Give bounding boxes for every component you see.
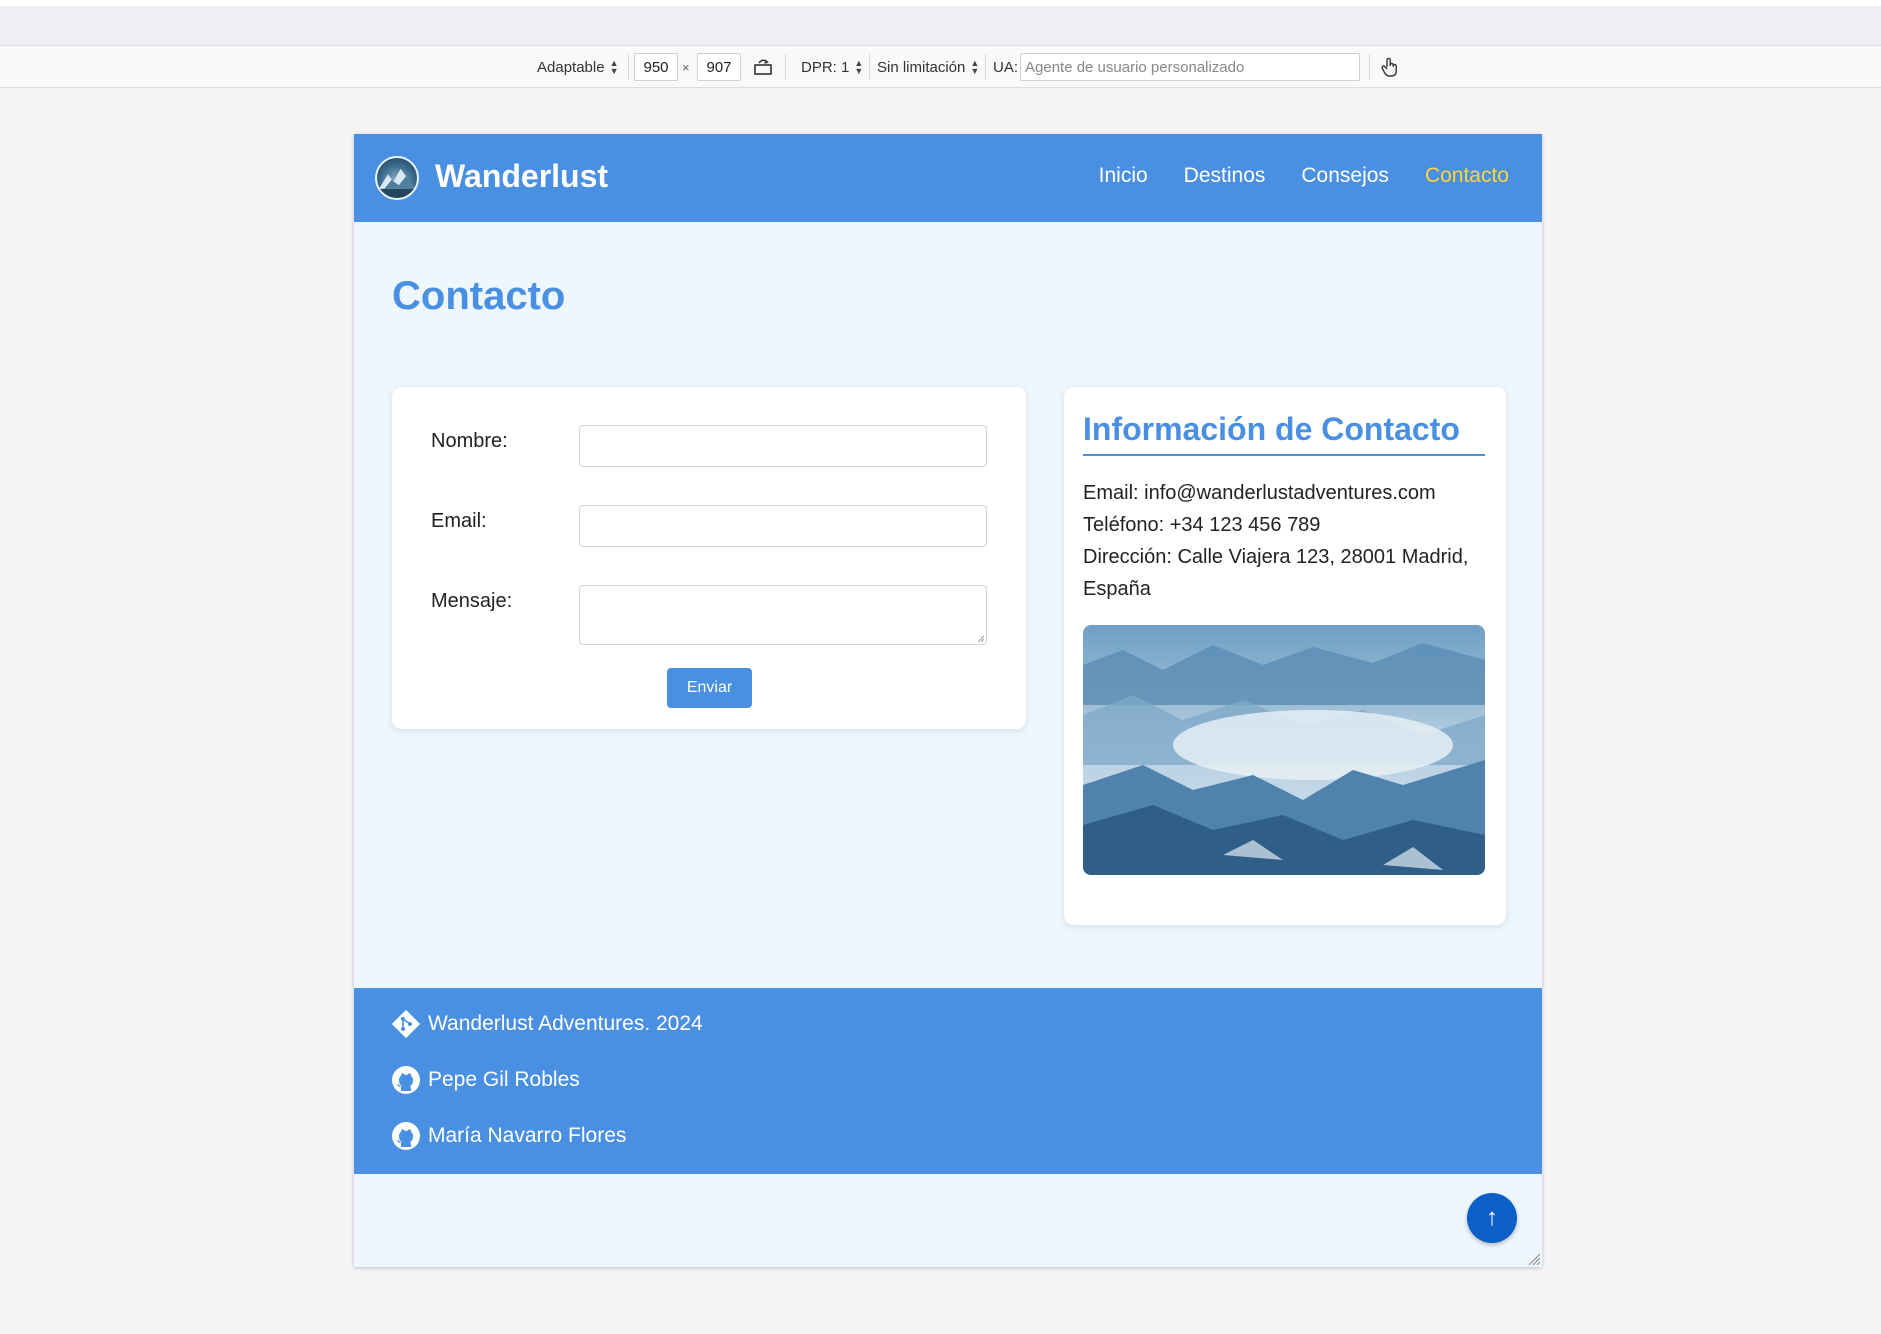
mountain-landscape-picture bbox=[1083, 625, 1485, 875]
info-address: Dirección: Calle Viajera 123, 28001 Madr… bbox=[1083, 546, 1469, 600]
email-input[interactable] bbox=[579, 505, 987, 547]
nav-item-consejos[interactable]: Consejos bbox=[1301, 164, 1389, 188]
git-icon bbox=[391, 1009, 421, 1039]
author-name: María Navarro Flores bbox=[428, 1124, 627, 1147]
footer-copyright: Wanderlust Adventures. 2024 bbox=[390, 1008, 703, 1040]
email-label: Email: bbox=[431, 510, 487, 532]
github-icon bbox=[392, 1066, 420, 1094]
contact-form-card: Nombre: Email: Mensaje: Enviar bbox=[392, 387, 1026, 729]
rotate-viewport-button[interactable] bbox=[753, 46, 773, 88]
mountain-logo-icon bbox=[377, 168, 417, 198]
responsive-design-toolbar: Adaptable ▲ ▼ 950 × 907 DPR: 1 ▲ ▼ Sin lim… bbox=[0, 46, 1881, 88]
ua-label: UA: bbox=[993, 58, 1019, 76]
dropdown-caret-icon: ▲ ▼ bbox=[609, 58, 619, 76]
toolbar-divider bbox=[869, 54, 870, 80]
toolbar-divider bbox=[985, 54, 986, 80]
dropdown-caret-icon: ▲ ▼ bbox=[854, 58, 864, 76]
back-to-top-button[interactable]: ↑ bbox=[1467, 1193, 1517, 1243]
mountain-landscape-image bbox=[1083, 625, 1485, 875]
throttling-label: Sin limitación bbox=[877, 58, 966, 76]
device-label: Adaptable bbox=[537, 58, 605, 76]
page-title: Contacto bbox=[392, 274, 566, 318]
dpr-label: DPR: 1 bbox=[801, 58, 850, 76]
site-logo[interactable] bbox=[375, 156, 419, 200]
throttling-selector[interactable]: Sin limitación ▲ ▼ bbox=[877, 46, 979, 88]
name-input[interactable] bbox=[579, 425, 987, 467]
brand-name[interactable]: Wanderlust bbox=[435, 158, 608, 195]
info-phone: Teléfono: +34 123 456 789 bbox=[1083, 514, 1321, 536]
toolbar-divider bbox=[1369, 54, 1370, 80]
browser-tab-band bbox=[0, 6, 1881, 46]
dpr-selector[interactable]: DPR: 1 ▲ ▼ bbox=[801, 46, 863, 88]
info-title: Información de Contacto bbox=[1083, 411, 1485, 456]
footer-author-link[interactable]: María Navarro Flores bbox=[390, 1120, 626, 1152]
contact-info-card: Información de Contacto Email: info@wand… bbox=[1064, 387, 1506, 925]
copyright-text: Wanderlust Adventures. 2024 bbox=[428, 1012, 703, 1035]
viewport-height-input[interactable]: 907 bbox=[697, 53, 741, 81]
nav-item-destinos[interactable]: Destinos bbox=[1184, 164, 1266, 188]
rotate-icon bbox=[754, 59, 772, 75]
touch-simulation-icon bbox=[1381, 57, 1397, 77]
viewport-resize-grip-icon[interactable] bbox=[1526, 1251, 1540, 1265]
footer-author-link[interactable]: Pepe Gil Robles bbox=[390, 1064, 580, 1096]
device-selector[interactable]: Adaptable ▲ ▼ bbox=[537, 46, 618, 88]
main-nav: Inicio Destinos Consejos Contacto bbox=[1099, 164, 1509, 188]
resize-grip-icon[interactable] bbox=[976, 634, 984, 642]
nav-item-inicio[interactable]: Inicio bbox=[1099, 164, 1148, 188]
info-email: Email: info@wanderlustadventures.com bbox=[1083, 482, 1436, 504]
nav-item-contacto[interactable]: Contacto bbox=[1425, 164, 1509, 188]
message-label: Mensaje: bbox=[431, 590, 513, 612]
toolbar-divider bbox=[628, 54, 629, 80]
dimension-separator: × bbox=[682, 59, 690, 75]
dropdown-caret-icon: ▲ ▼ bbox=[970, 58, 980, 76]
viewport-width-input[interactable]: 950 bbox=[634, 53, 678, 81]
emulated-viewport: Wanderlust Inicio Destinos Consejos Cont… bbox=[354, 134, 1542, 1267]
user-agent-input[interactable]: Agente de usuario personalizado bbox=[1020, 53, 1360, 81]
author-name: Pepe Gil Robles bbox=[428, 1068, 580, 1091]
send-button[interactable]: Enviar bbox=[667, 668, 752, 708]
site-footer: Wanderlust Adventures. 2024 Pepe Gil Rob… bbox=[354, 988, 1542, 1174]
toolbar-divider bbox=[785, 54, 786, 80]
message-textarea[interactable] bbox=[579, 585, 987, 645]
name-label: Nombre: bbox=[431, 430, 508, 452]
touch-simulation-button[interactable] bbox=[1380, 46, 1400, 88]
github-icon bbox=[392, 1122, 420, 1150]
site-header: Wanderlust Inicio Destinos Consejos Cont… bbox=[354, 134, 1542, 222]
